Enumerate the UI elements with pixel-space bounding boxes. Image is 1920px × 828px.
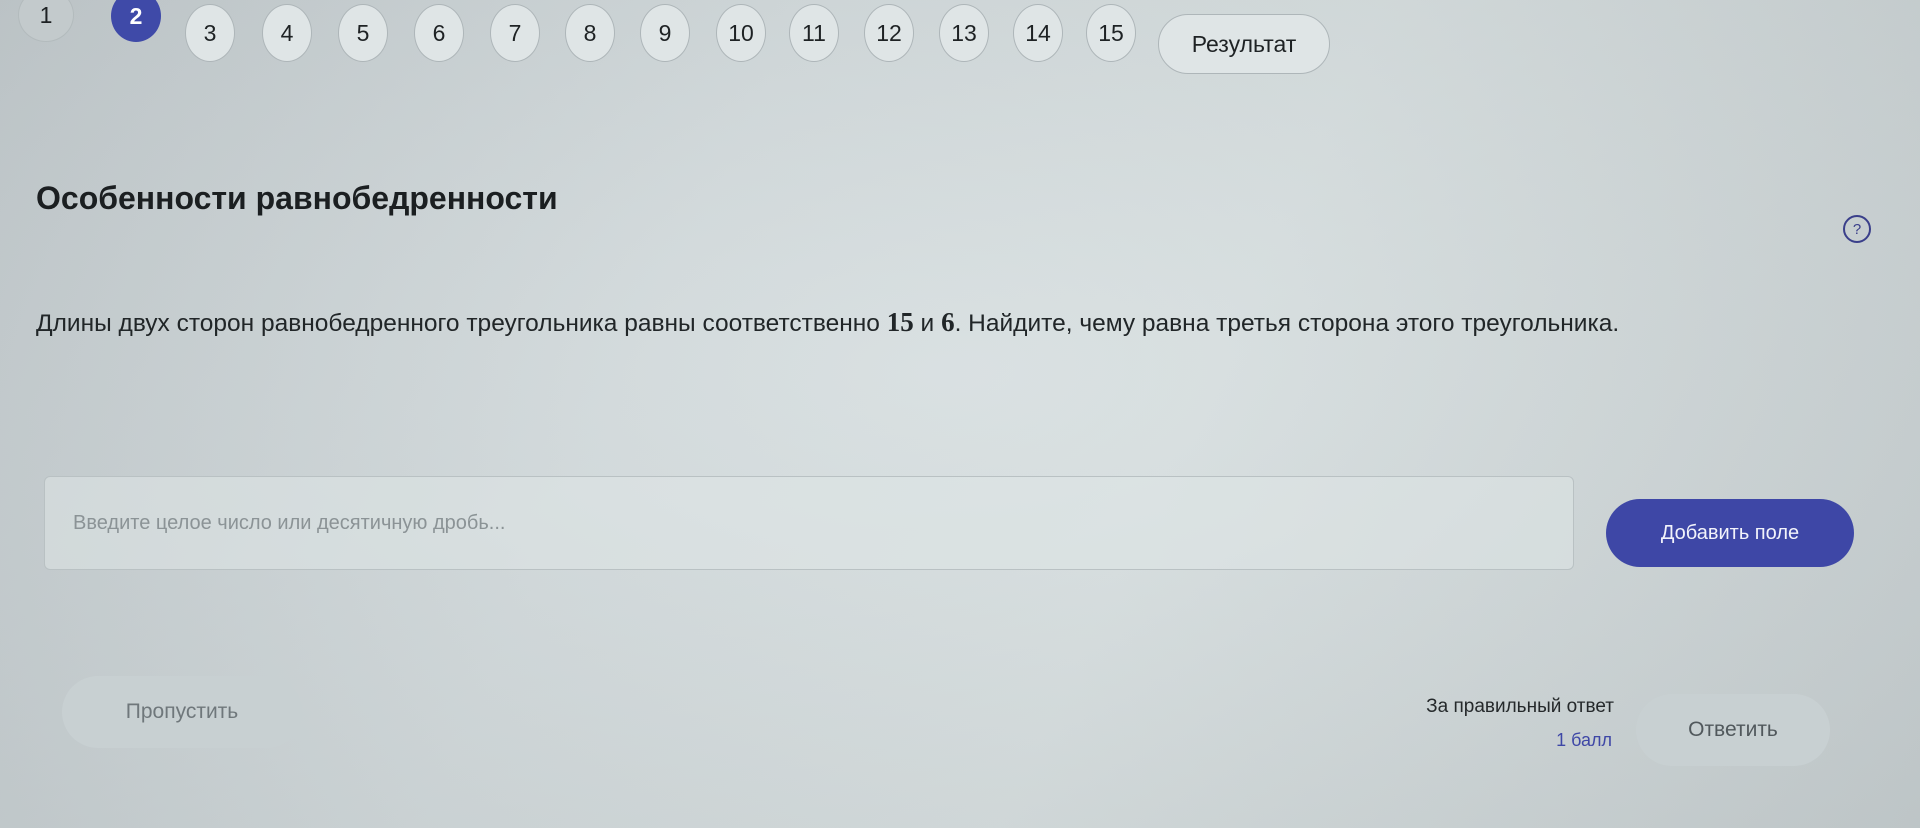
points-label: За правильный ответ xyxy=(1426,696,1614,717)
task-text-part-1: Длины двух сторон равнобедренного треуго… xyxy=(36,310,887,337)
task-title: Особенности равнобедренности xyxy=(36,180,558,216)
question-button-11[interactable]: 11 xyxy=(789,4,839,62)
question-button-2[interactable]: 2 xyxy=(111,0,161,42)
question-button-5[interactable]: 5 xyxy=(338,4,388,62)
question-button-8[interactable]: 8 xyxy=(565,4,615,62)
question-button-12[interactable]: 12 xyxy=(864,4,914,62)
question-button-3[interactable]: 3 xyxy=(185,4,235,62)
side-length-2: 6 xyxy=(941,307,955,337)
answer-button[interactable]: Ответить xyxy=(1636,694,1830,766)
points-value: 1 балл xyxy=(1556,730,1612,750)
answer-input[interactable] xyxy=(44,476,1574,570)
question-circle-icon[interactable]: ? xyxy=(1843,215,1871,243)
question-button-9[interactable]: 9 xyxy=(640,4,690,62)
task-text-part-3: . Найдите, чему равна третья сторона это… xyxy=(954,310,1620,337)
question-button-13[interactable]: 13 xyxy=(939,4,989,62)
task-text-part-2: и xyxy=(913,310,942,337)
question-button-14[interactable]: 14 xyxy=(1013,4,1063,62)
question-button-4[interactable]: 4 xyxy=(262,4,312,62)
question-button-7[interactable]: 7 xyxy=(490,4,540,62)
help-glyph: ? xyxy=(1852,220,1862,238)
add-field-button[interactable]: Добавить поле xyxy=(1606,499,1854,567)
result-button[interactable]: Результат xyxy=(1158,14,1330,74)
question-navigation: 1 2 3 4 5 6 7 8 9 10 11 12 13 14 15 Резу… xyxy=(0,0,1920,80)
side-length-1: 15 xyxy=(886,307,914,337)
question-button-15[interactable]: 15 xyxy=(1086,4,1136,62)
skip-button[interactable]: Пропустить xyxy=(62,676,302,748)
question-button-1[interactable]: 1 xyxy=(18,0,74,42)
question-button-10[interactable]: 10 xyxy=(716,4,766,62)
task-statement: Длины двух сторон равнобедренного треуго… xyxy=(36,302,1796,344)
question-button-6[interactable]: 6 xyxy=(414,4,464,62)
